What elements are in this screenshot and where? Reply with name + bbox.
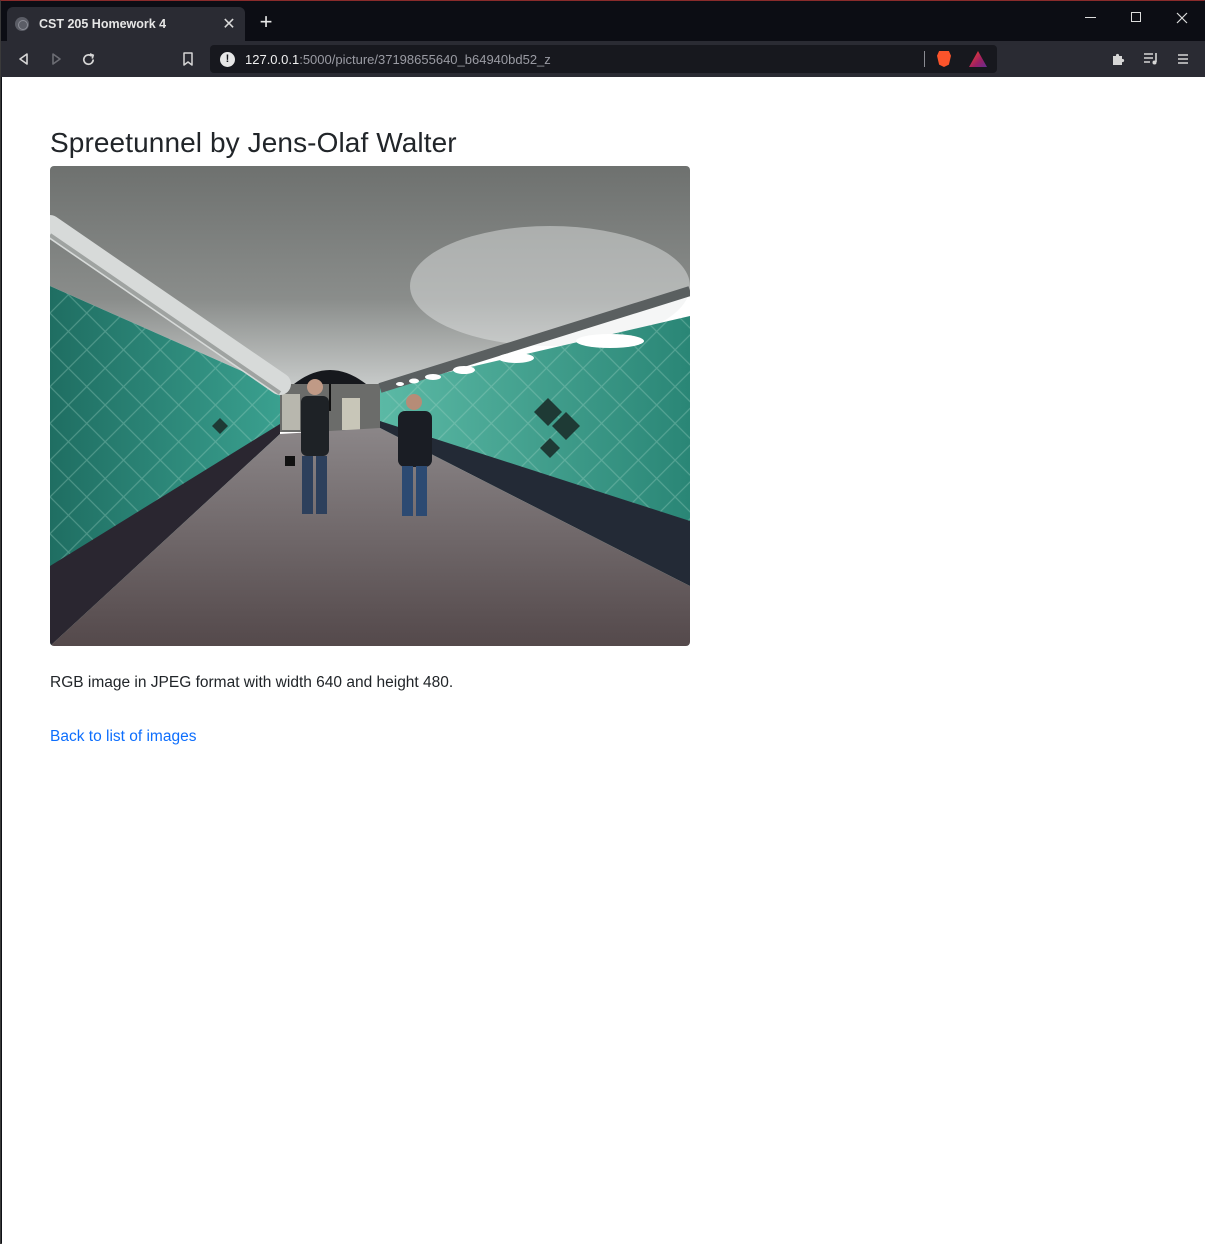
reload-icon [82, 53, 94, 66]
menu-button[interactable] [1171, 47, 1195, 71]
tab-title: CST 205 Homework 4 [39, 17, 167, 31]
puzzle-icon [1113, 53, 1125, 65]
brave-shields-icon[interactable] [937, 51, 951, 67]
page-title: Spreetunnel by Jens-Olaf Walter [50, 127, 457, 158]
new-tab-button[interactable]: + [255, 11, 277, 33]
minimize-button[interactable] [1067, 5, 1113, 31]
back-button[interactable] [12, 47, 36, 71]
maximize-button[interactable] [1113, 5, 1159, 31]
tunnel-photo [50, 166, 690, 646]
forward-icon [52, 53, 61, 65]
url-host: 127.0.0.1 [245, 51, 300, 67]
reload-button[interactable] [76, 47, 100, 71]
browser-toolbar: ! 127.0.0.1:5000/picture/37198655640_b64… [1, 41, 1205, 77]
page-content: Spreetunnel by Jens-Olaf Walter RGB imag… [50, 127, 690, 746]
address-bar[interactable]: ! 127.0.0.1:5000/picture/37198655640_b64… [210, 45, 997, 73]
close-window-button[interactable] [1159, 5, 1205, 31]
minimize-icon [1084, 16, 1096, 18]
back-icon [19, 53, 28, 65]
browser-tab[interactable]: CST 205 Homework 4 ✕ [7, 7, 245, 41]
back-to-list-link[interactable]: Back to list of images [50, 728, 196, 746]
playlist-button[interactable] [1139, 47, 1163, 71]
brave-rewards-icon[interactable] [969, 51, 987, 67]
extensions-button[interactable] [1107, 47, 1131, 71]
bookmark-icon [183, 52, 193, 66]
tab-bar: CST 205 Homework 4 ✕ + [1, 1, 1205, 41]
globe-icon [15, 17, 29, 31]
hamburger-icon [1178, 54, 1188, 64]
forward-button[interactable] [44, 47, 68, 71]
info-icon[interactable]: ! [220, 51, 235, 67]
image-info-text: RGB image in JPEG format with width 640 … [50, 674, 454, 691]
maximize-icon [1131, 12, 1141, 23]
playlist-icon [1144, 53, 1157, 65]
close-tab-icon[interactable]: ✕ [221, 14, 237, 34]
close-icon [1176, 12, 1188, 24]
url-divider [924, 51, 925, 67]
web-page: Spreetunnel by Jens-Olaf Walter RGB imag… [2, 77, 1205, 1244]
bookmark-button[interactable] [176, 47, 200, 71]
browser-window: CST 205 Homework 4 ✕ + ! 127.0.0.1:5000/… [0, 0, 1205, 1244]
url-path: :5000/picture/37198655640_b64940bd52_z [299, 51, 551, 67]
